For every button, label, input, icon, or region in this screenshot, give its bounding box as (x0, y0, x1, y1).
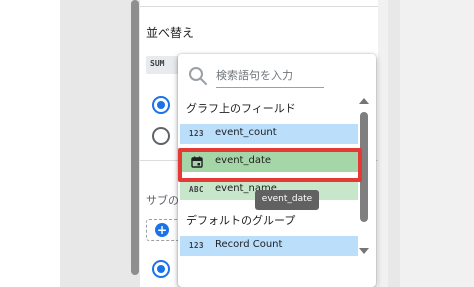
left-panel-background (60, 0, 130, 287)
left-scrollbar-thumb[interactable] (131, 0, 139, 275)
sort-descending-radio[interactable] (152, 96, 170, 114)
sort-metric-chip[interactable]: SUM (146, 56, 180, 74)
tooltip-text: event_date (261, 194, 313, 204)
chart-fields-heading: グラフ上のフィールド (186, 102, 296, 115)
field-item-record-count[interactable]: 123 Record Count (180, 236, 358, 256)
field-item-event-count[interactable]: 123 event_count (180, 124, 358, 144)
secondary-sort-title: サブの (146, 194, 179, 207)
dropdown-scrollbar-thumb[interactable] (360, 112, 368, 222)
sort-ascending-radio[interactable] (152, 127, 170, 145)
field-label: Record Count (215, 239, 283, 250)
field-item-event-date[interactable]: event_date (180, 152, 358, 172)
scroll-down-arrow-icon[interactable] (359, 248, 369, 254)
field-label: event_date (215, 155, 272, 166)
secondary-sort-radio[interactable] (152, 260, 170, 278)
calendar-icon (191, 156, 203, 168)
field-search-input[interactable] (216, 64, 326, 86)
sort-section-title: 並べ替え (146, 26, 195, 40)
sum-aggregation-label: SUM (150, 59, 165, 68)
right-panel-edge (388, 0, 400, 287)
add-dimension-button[interactable]: + (146, 219, 182, 241)
add-icon: + (155, 223, 169, 237)
default-group-heading: デフォルトのグループ (186, 214, 296, 227)
number-type-icon: 123 (189, 241, 205, 250)
search-icon (189, 67, 207, 85)
field-label: event_count (215, 127, 277, 138)
search-underline (216, 87, 324, 88)
section-divider (140, 6, 378, 7)
field-picker-dropdown: グラフ上のフィールド 123 event_count event_date AB… (178, 54, 376, 287)
text-type-icon: ABC (189, 185, 205, 194)
number-type-icon: 123 (189, 129, 205, 138)
field-tooltip: event_date (255, 190, 319, 210)
scroll-up-arrow-icon[interactable] (359, 98, 369, 104)
